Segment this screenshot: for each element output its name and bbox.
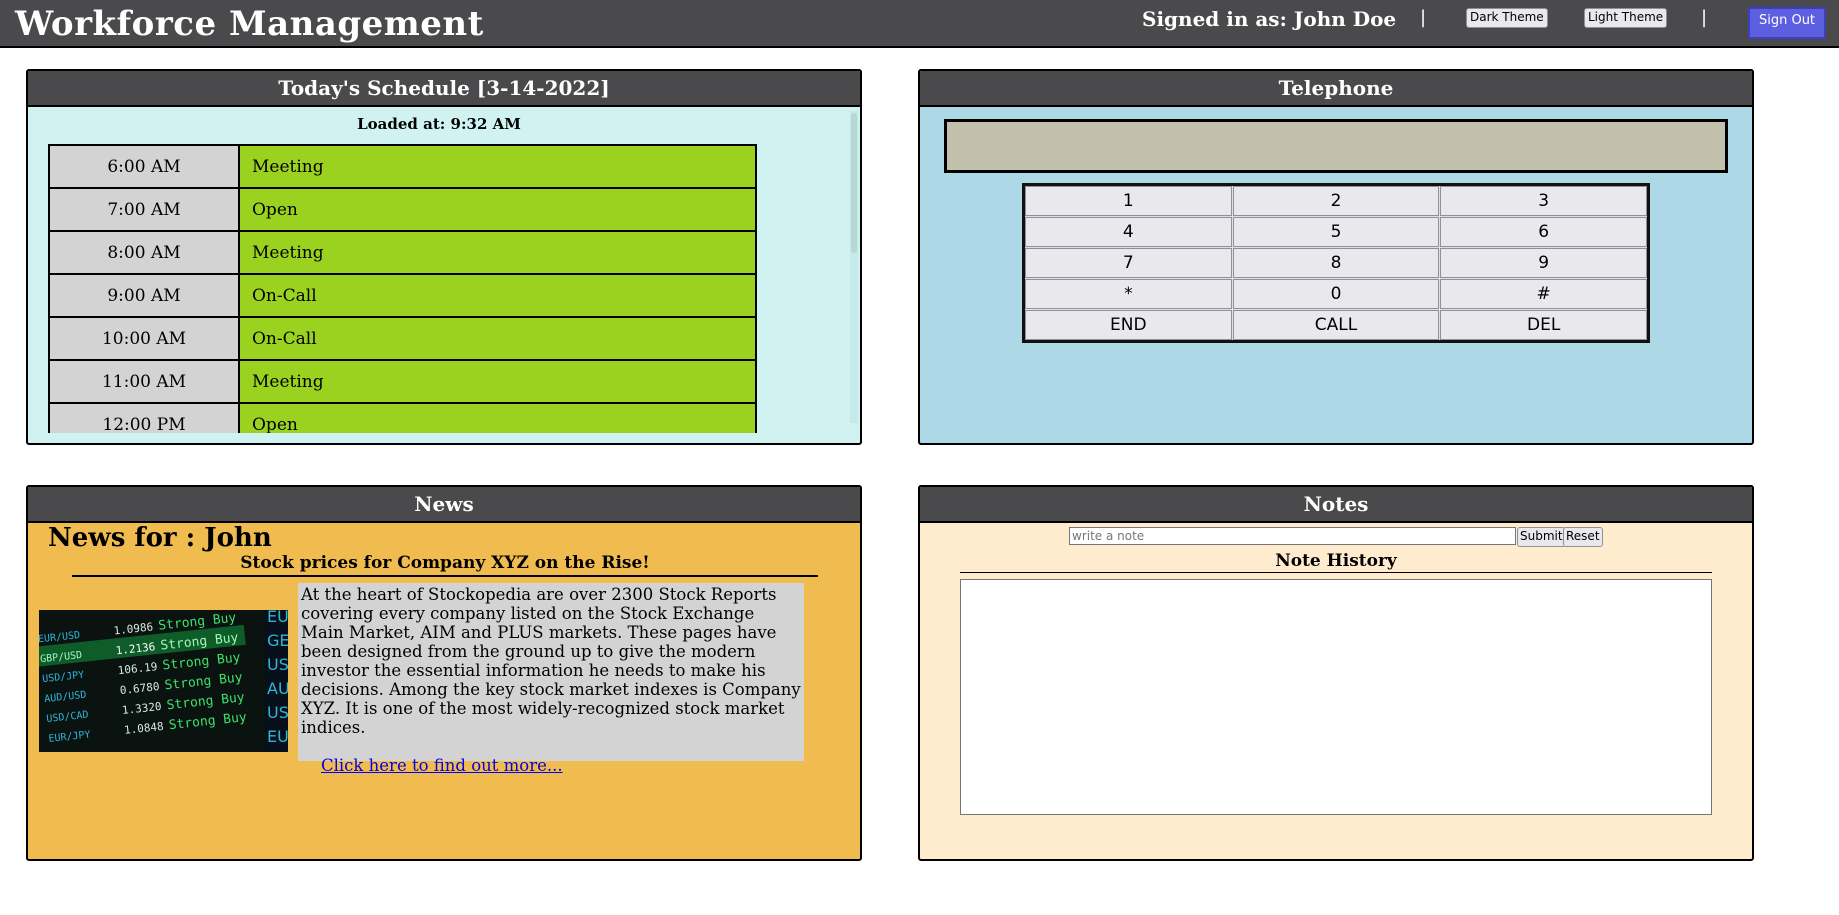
phone-number-display	[944, 119, 1728, 173]
schedule-title: Today's Schedule [3-14-2022]	[28, 71, 860, 107]
schedule-row: 9:00 AM On-Call	[48, 273, 757, 318]
keypad-key[interactable]: 5	[1232, 217, 1440, 247]
header-separator: |	[1420, 7, 1427, 28]
schedule-scroll-area[interactable]: Loaded at: 9:32 AM 6:00 AM Meeting 7:00 AM…	[28, 107, 860, 433]
schedule-row: 6:00 AM Meeting	[48, 144, 757, 189]
find-out-more-link[interactable]: Click here to find out more...	[321, 756, 801, 775]
keypad-key[interactable]: 1	[1025, 186, 1232, 216]
svg-text:US: US	[267, 655, 288, 674]
schedule-row: 10:00 AM On-Call	[48, 316, 757, 361]
schedule-row: 11:00 AM Meeting	[48, 359, 757, 404]
news-headline: Stock prices for Company XYZ on the Rise…	[72, 553, 818, 577]
schedule-event: Open	[238, 402, 757, 433]
keypad-key[interactable]: 3	[1440, 186, 1647, 216]
svg-text:EU: EU	[267, 610, 288, 626]
notes-title: Notes	[920, 487, 1752, 523]
light-theme-button[interactable]: Light Theme	[1584, 8, 1668, 28]
keypad-key[interactable]: 2	[1232, 186, 1440, 216]
note-input[interactable]: write a note	[1069, 527, 1516, 545]
header-separator: |	[1701, 7, 1708, 28]
schedule-panel: Today's Schedule [3-14-2022] Loaded at: …	[26, 69, 862, 445]
keypad-key[interactable]: END	[1025, 310, 1232, 340]
schedule-table: 6:00 AM Meeting 7:00 AM Open 8:00 AM Meeting 9…	[48, 144, 757, 433]
schedule-scrollbar[interactable]	[850, 111, 858, 423]
schedule-event: Meeting	[238, 144, 757, 189]
stock-ticker-image: EUR/USD 1.0986 Strong Buy GBP/USD 1.2136…	[39, 610, 288, 752]
telephone-panel: Telephone 1 2 3 4 5 6 7 8 9 * 0 # END CALL DEL	[918, 69, 1754, 445]
note-history-box[interactable]	[960, 579, 1712, 815]
schedule-time: 10:00 AM	[48, 316, 240, 361]
news-article-box: At the heart of Stockopedia are over 230…	[298, 583, 804, 775]
schedule-time: 9:00 AM	[48, 273, 240, 318]
top-bar: Workforce Management Signed in as: John …	[0, 0, 1839, 48]
news-for-heading: News for : John	[48, 523, 272, 553]
schedule-row: 7:00 AM Open	[48, 187, 757, 232]
schedule-row: 12:00 PM Open	[48, 402, 757, 433]
svg-text:GE: GE	[267, 631, 288, 650]
news-title: News	[28, 487, 860, 523]
sign-out-button[interactable]: Sign Out	[1748, 7, 1826, 39]
app-title: Workforce Management	[15, 4, 484, 44]
news-panel: News News for : John Stock prices for Co…	[26, 485, 862, 861]
schedule-time: 6:00 AM	[48, 144, 240, 189]
news-body-text: At the heart of Stockopedia are over 230…	[301, 585, 801, 737]
schedule-time: 7:00 AM	[48, 187, 240, 232]
keypad-key[interactable]: DEL	[1440, 310, 1647, 340]
phone-keypad: 1 2 3 4 5 6 7 8 9 * 0 # END CALL DEL	[1022, 183, 1650, 343]
schedule-time: 12:00 PM	[48, 402, 240, 433]
svg-text:EU: EU	[267, 727, 288, 746]
loaded-at-label: Loaded at: 9:32 AM	[357, 115, 521, 133]
schedule-event: On-Call	[238, 273, 757, 318]
keypad-key[interactable]: *	[1025, 279, 1232, 309]
reset-note-button[interactable]: Reset	[1563, 527, 1603, 547]
note-history-title: Note History	[960, 551, 1712, 573]
keypad-key[interactable]: 0	[1232, 279, 1440, 309]
schedule-time: 8:00 AM	[48, 230, 240, 275]
stock-ticker-graphic: EUR/USD 1.0986 Strong Buy GBP/USD 1.2136…	[39, 610, 288, 752]
schedule-row: 8:00 AM Meeting	[48, 230, 757, 275]
keypad-key[interactable]: CALL	[1232, 310, 1440, 340]
schedule-event: On-Call	[238, 316, 757, 361]
keypad-key[interactable]: #	[1440, 279, 1647, 309]
dark-theme-button[interactable]: Dark Theme	[1466, 8, 1548, 28]
keypad-key[interactable]: 7	[1025, 248, 1232, 278]
signed-in-label: Signed in as: John Doe	[1142, 7, 1397, 31]
schedule-event: Meeting	[238, 359, 757, 404]
schedule-event: Meeting	[238, 230, 757, 275]
svg-text:US: US	[267, 703, 288, 722]
keypad-key[interactable]: 8	[1232, 248, 1440, 278]
notes-panel: Notes write a note Submit Reset Note His…	[918, 485, 1754, 861]
schedule-event: Open	[238, 187, 757, 232]
schedule-time: 11:00 AM	[48, 359, 240, 404]
telephone-title: Telephone	[920, 71, 1752, 107]
svg-text:AU: AU	[267, 679, 288, 698]
keypad-key[interactable]: 9	[1440, 248, 1647, 278]
keypad-key[interactable]: 6	[1440, 217, 1647, 247]
scrollbar-thumb[interactable]	[851, 113, 857, 253]
submit-note-button[interactable]: Submit	[1517, 527, 1566, 547]
keypad-key[interactable]: 4	[1025, 217, 1232, 247]
